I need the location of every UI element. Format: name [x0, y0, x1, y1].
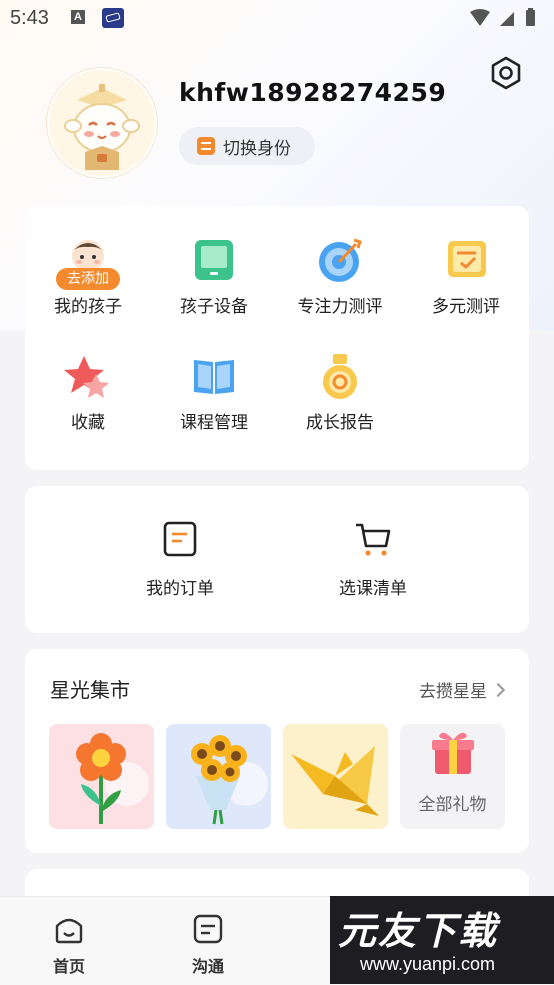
course-cart-button[interactable]: 选课清单 [273, 520, 473, 599]
service-label: 成长报告 [306, 413, 374, 433]
watermark-url: www.yuanpi.com [360, 954, 496, 974]
order-document-icon [163, 521, 197, 557]
status-bar: 5:43 A [0, 0, 554, 36]
checklist-icon [436, 236, 496, 286]
service-label: 课程管理 [180, 413, 248, 433]
nav-label: 沟通 [191, 957, 224, 976]
status-time: 5:43 [10, 7, 49, 29]
message-icon [193, 914, 223, 944]
earn-stars-link[interactable]: 去攒星星 [419, 677, 506, 702]
service-label: 孩子设备 [180, 297, 248, 317]
service-label: 我的孩子 [54, 297, 122, 317]
switch-icon [197, 137, 215, 155]
paper-crane-icon [291, 746, 379, 816]
ticket-icon [102, 8, 124, 28]
market-title: 星光集市 [50, 678, 130, 702]
book-icon [184, 352, 244, 402]
tablet-icon [184, 236, 244, 286]
shopping-cart-icon [356, 523, 391, 556]
target-dart-icon [310, 236, 370, 286]
star-market-card: 星光集市 去攒星星 全部礼物 [25, 649, 529, 853]
child-face-icon: 去添加 [56, 236, 120, 290]
username: khfw18928274259 [179, 78, 447, 107]
market-tile-sunflowers[interactable] [166, 724, 271, 829]
services-card: 去添加 我的孩子 孩子设备 专注力测评 多元测评 收藏 课程管理 成长报告 [25, 206, 529, 470]
nav-message[interactable]: 沟通 [168, 913, 248, 977]
service-favorites[interactable]: 收藏 [25, 352, 151, 433]
mascot-avatar-icon [49, 70, 155, 176]
switch-identity-label: 切换身份 [223, 138, 291, 159]
watermark: 元友下载 www.yuanpi.com [330, 896, 554, 984]
order-label: 选课清单 [339, 579, 407, 599]
add-child-badge: 去添加 [56, 268, 120, 290]
flower-icon [76, 733, 149, 824]
avatar[interactable] [47, 68, 157, 178]
service-label: 专注力测评 [297, 297, 383, 317]
nav-label: 首页 [52, 957, 85, 976]
service-course-management[interactable]: 课程管理 [151, 352, 277, 433]
medal-icon [310, 352, 370, 402]
gift-icon [432, 732, 474, 774]
service-multi-assessment[interactable]: 多元测评 [403, 236, 529, 317]
service-focus-test[interactable]: 专注力测评 [277, 236, 403, 317]
status-a-icon: A [71, 10, 85, 24]
home-icon [55, 918, 83, 944]
service-label: 收藏 [71, 413, 105, 433]
my-orders-button[interactable]: 我的订单 [80, 520, 280, 599]
market-tile-paper-crane[interactable] [283, 724, 388, 829]
service-my-children[interactable]: 去添加 我的孩子 [25, 236, 151, 317]
market-tile-all-gifts[interactable]: 全部礼物 [400, 724, 505, 829]
chevron-right-icon [490, 682, 506, 698]
service-child-device[interactable]: 孩子设备 [151, 236, 277, 317]
sunflower-bouquet-icon [191, 735, 268, 825]
all-gifts-label: 全部礼物 [418, 795, 487, 815]
signal-battery-icon [470, 8, 535, 26]
service-label: 多元测评 [432, 297, 500, 317]
nav-home[interactable]: 首页 [29, 913, 109, 977]
switch-identity-button[interactable]: 切换身份 [179, 127, 315, 165]
settings-icon[interactable] [488, 55, 524, 91]
order-label: 我的订单 [146, 579, 214, 599]
orders-card: 我的订单 选课清单 [25, 486, 529, 633]
star-icon [58, 352, 118, 402]
watermark-main: 元友下载 [338, 909, 499, 953]
earn-stars-label: 去攒星星 [419, 682, 487, 702]
market-tile-flower[interactable] [49, 724, 154, 829]
service-growth-report[interactable]: 成长报告 [277, 352, 403, 433]
